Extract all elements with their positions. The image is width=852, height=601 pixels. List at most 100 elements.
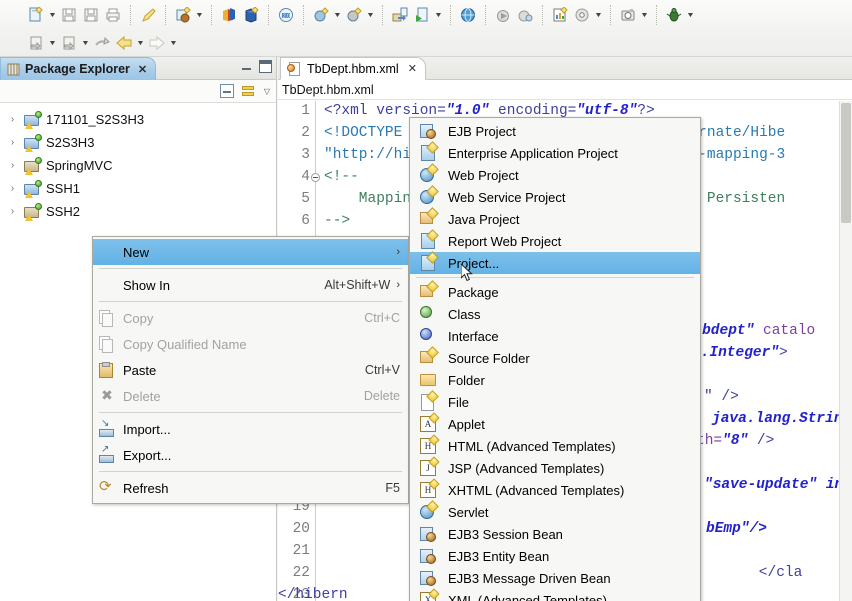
link-with-editor-icon[interactable]	[241, 84, 257, 98]
search-wizard-button[interactable]	[343, 4, 365, 26]
menu-item-show-in[interactable]: Show In Alt+Shift+W ›	[93, 272, 408, 298]
back-dropdown-arrow[interactable]	[135, 32, 146, 54]
submenu-item-folder[interactable]: Folder	[410, 369, 700, 391]
expand-arrow-icon[interactable]: ›	[6, 183, 19, 194]
new-java-artifact-dropdown-arrow[interactable]	[194, 4, 205, 26]
submenu-item-web-service-project[interactable]: Web Service Project	[410, 186, 700, 208]
submenu-item-xml-advanced-templates[interactable]: X XML (Advanced Templates)	[410, 589, 700, 601]
tree-item-s2s3h3[interactable]: › S2S3H3	[0, 131, 276, 154]
search-wizard-dropdown-arrow[interactable]	[365, 4, 376, 26]
open-type-button[interactable]: 2.0	[275, 4, 297, 26]
view-menu-icon[interactable]: ▽	[264, 87, 270, 96]
expand-arrow-icon[interactable]: ›	[6, 206, 19, 217]
forward-button[interactable]	[146, 32, 168, 54]
submenu-item-web-project[interactable]: Web Project	[410, 164, 700, 186]
tab-package-explorer[interactable]: Package Explorer ✕	[0, 57, 157, 80]
submenu-item-servlet[interactable]: Servlet	[410, 501, 700, 523]
report-button[interactable]	[549, 4, 571, 26]
tree-item-171101-s2s3h3[interactable]: › 171101_S2S3H3	[0, 108, 276, 131]
last-edit-button[interactable]	[91, 32, 113, 54]
run-server-dropdown-arrow[interactable]	[433, 4, 444, 26]
fold-toggle-icon[interactable]	[311, 173, 320, 182]
submenu-item-ejb3-message-driven-bean[interactable]: EJB3 Message Driven Bean	[410, 567, 700, 589]
tab-tbdept-hbm-xml[interactable]: TbDept.hbm.xml ✕	[280, 57, 426, 80]
external-tools-dropdown-arrow[interactable]	[593, 4, 604, 26]
submenu-item-package[interactable]: Package	[410, 281, 700, 303]
open-resource-button[interactable]	[25, 32, 47, 54]
next-annotation-button[interactable]	[58, 32, 80, 54]
new-submenu[interactable]: EJB Project Enterprise Application Projec…	[409, 117, 701, 601]
line-number: 6	[301, 213, 310, 229]
expand-arrow-icon[interactable]: ›	[6, 114, 19, 125]
submenu-item-enterprise-application-project[interactable]: Enterprise Application Project	[410, 142, 700, 164]
forward-dropdown-arrow[interactable]	[168, 32, 179, 54]
save-all-button[interactable]	[80, 4, 102, 26]
maximize-icon[interactable]	[259, 60, 272, 73]
new-wizard-dropdown-arrow[interactable]	[47, 4, 58, 26]
print-button[interactable]	[102, 4, 124, 26]
expand-arrow-icon[interactable]: ›	[6, 137, 19, 148]
breadcrumb[interactable]: TbDept.hbm.xml	[278, 80, 852, 100]
menu-item-import[interactable]: Import...	[93, 416, 408, 442]
run-button[interactable]	[492, 4, 514, 26]
submenu-item-class[interactable]: Class	[410, 303, 700, 325]
submenu-item-project[interactable]: Project...	[410, 252, 700, 274]
debug-button[interactable]	[514, 4, 536, 26]
submenu-item-jsp-advanced-templates[interactable]: J JSP (Advanced Templates)	[410, 457, 700, 479]
menu-item-new[interactable]: New ›	[93, 239, 408, 265]
new-java-artifact-button[interactable]	[172, 4, 194, 26]
submenu-item-interface[interactable]: Interface	[410, 325, 700, 347]
editor-vertical-scrollbar[interactable]	[839, 101, 852, 601]
bug-dropdown-arrow[interactable]	[685, 4, 696, 26]
next-annotation-dropdown-arrow[interactable]	[80, 32, 91, 54]
java-project-warning-icon	[24, 111, 42, 129]
menu-item-delete[interactable]: ✖ Delete Delete	[93, 383, 408, 409]
close-icon[interactable]: ✕	[138, 63, 147, 76]
scrollbar-thumb[interactable]	[841, 103, 851, 223]
submenu-item-report-web-project[interactable]: Report Web Project	[410, 230, 700, 252]
submenu-item-ejb3-entity-bean[interactable]: EJB3 Entity Bean	[410, 545, 700, 567]
submenu-item-applet[interactable]: A Applet	[410, 413, 700, 435]
expand-arrow-icon[interactable]: ›	[6, 160, 19, 171]
new-package-button[interactable]	[218, 4, 240, 26]
menu-item-paste[interactable]: Paste Ctrl+V	[93, 357, 408, 383]
code-text: </hibern	[278, 587, 348, 601]
deploy-button[interactable]	[389, 4, 411, 26]
screenshot-dropdown-arrow[interactable]	[639, 4, 650, 26]
tree-item-ssh1[interactable]: › SSH1	[0, 177, 276, 200]
submenu-item-file[interactable]: File	[410, 391, 700, 413]
code-token: " />	[704, 389, 739, 405]
close-icon[interactable]: ✕	[408, 62, 417, 75]
external-tools-button[interactable]	[571, 4, 593, 26]
bug-button[interactable]	[663, 4, 685, 26]
new-class-wizard-button[interactable]	[310, 4, 332, 26]
build-button[interactable]	[137, 4, 159, 26]
menu-item-export[interactable]: Export...	[93, 442, 408, 468]
submenu-item-java-project[interactable]: Java Project	[410, 208, 700, 230]
open-browser-button[interactable]	[457, 4, 479, 26]
submenu-item-html-advanced-templates[interactable]: H HTML (Advanced Templates)	[410, 435, 700, 457]
collapse-all-icon[interactable]	[219, 84, 234, 98]
submenu-item-ejb-project[interactable]: EJB Project	[410, 120, 700, 142]
menu-item-copy-qualified-name[interactable]: Copy Qualified Name	[93, 331, 408, 357]
new-wizard-button[interactable]	[25, 4, 47, 26]
menu-item-label: Show In	[123, 277, 170, 293]
context-menu[interactable]: New › Show In Alt+Shift+W › Copy Ctrl+C Copy Qu…	[92, 236, 409, 504]
screenshot-button[interactable]	[617, 4, 639, 26]
new-class-wizard-dropdown-arrow[interactable]	[332, 4, 343, 26]
run-server-button[interactable]	[411, 4, 433, 26]
back-button[interactable]	[113, 32, 135, 54]
menu-item-copy[interactable]: Copy Ctrl+C	[93, 305, 408, 331]
tree-item-ssh2[interactable]: › SSH2	[0, 200, 276, 223]
new-jar-button[interactable]	[240, 4, 262, 26]
submenu-item-xhtml-advanced-templates[interactable]: H XHTML (Advanced Templates)	[410, 479, 700, 501]
minimize-icon[interactable]	[240, 60, 253, 73]
copy-icon	[99, 310, 115, 327]
submenu-item-ejb3-session-bean[interactable]: EJB3 Session Bean	[410, 523, 700, 545]
submenu-item-source-folder[interactable]: Source Folder	[410, 347, 700, 369]
save-button[interactable]	[58, 4, 80, 26]
tree-item-springmvc[interactable]: › SpringMVC	[0, 154, 276, 177]
open-resource-dropdown-arrow[interactable]	[47, 32, 58, 54]
menu-item-refresh[interactable]: Refresh F5	[93, 475, 408, 501]
toolbar-group	[489, 3, 539, 27]
